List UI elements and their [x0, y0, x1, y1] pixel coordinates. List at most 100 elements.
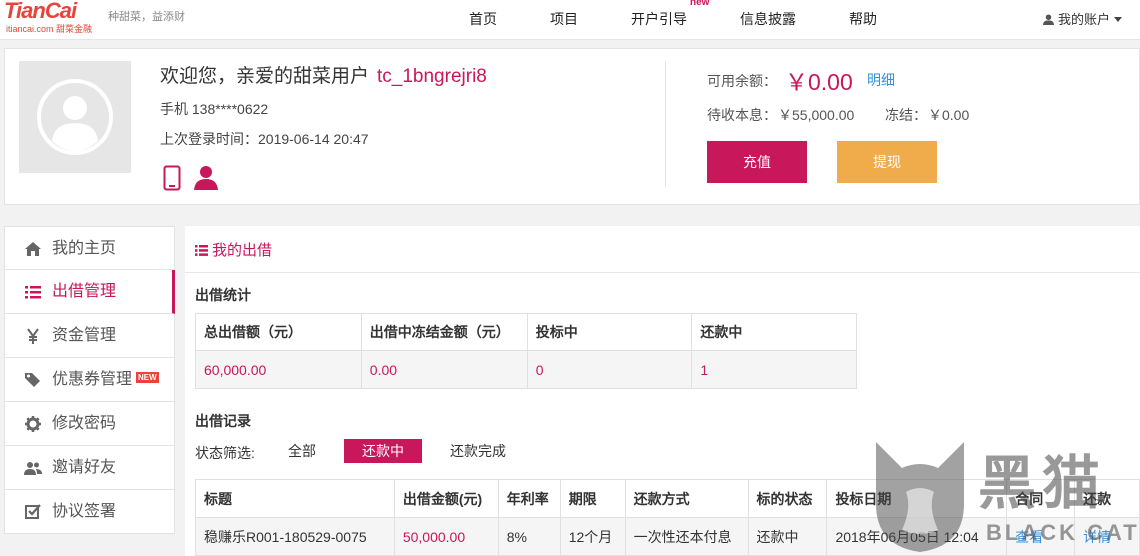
users-icon	[24, 462, 42, 475]
sidebar-item-label: 资金管理	[52, 327, 117, 344]
tag-icon	[25, 373, 40, 387]
table-row: 稳赚乐R001-180529-0075 50,000.00 8% 12个月 一次…	[195, 517, 1140, 556]
record-repay-method: 一次性还本付息	[624, 517, 749, 556]
stats-header: 出借中冻结金额（元）	[360, 313, 528, 351]
filter-all[interactable]: 全部	[288, 439, 316, 463]
stats-header: 投标中	[526, 313, 693, 351]
records-table: 标题 出借金额(元) 年利率 期限 还款方式 标的状态 投标日期 合同 还款 稳…	[195, 479, 1140, 556]
new-badge: NEW	[136, 372, 159, 383]
stats-value: 1	[691, 350, 857, 389]
welcome-greeting: 欢迎您，亲爱的甜菜用户	[160, 66, 370, 87]
filter-completed[interactable]: 还款完成	[450, 439, 506, 463]
phone-verified-icon[interactable]	[163, 165, 181, 191]
records-header-row: 标题 出借金额(元) 年利率 期限 还款方式 标的状态 投标日期 合同 还款	[195, 479, 1140, 518]
identity-verified-icon[interactable]	[193, 165, 219, 191]
stats-value: 0	[526, 350, 693, 389]
sidebar-item-label: 协议签署	[52, 503, 117, 520]
frozen-value: ￥0.00	[928, 107, 970, 123]
stats-value: 0.00	[360, 350, 528, 389]
stats-value: 60,000.00	[195, 350, 362, 389]
nav-projects[interactable]: 项目	[550, 9, 578, 29]
my-account-menu[interactable]: 我的账户	[1042, 9, 1122, 28]
title-divider	[185, 272, 1140, 273]
profile-panel: 欢迎您，亲爱的甜菜用户 tc_1bngrejri8 手机 138****0622 …	[4, 48, 1140, 205]
filter-repaying[interactable]: 还款中	[344, 439, 422, 463]
page-title: 我的出借	[195, 239, 272, 260]
nav-help[interactable]: 帮助	[849, 9, 877, 29]
page-title-text: 我的出借	[212, 242, 273, 259]
recharge-button[interactable]: 充值	[707, 141, 807, 183]
record-amount: 50,000.00	[393, 517, 499, 556]
profile-divider	[665, 61, 666, 187]
main-content: 我的出借 出借统计 总出借额（元） 出借中冻结金额（元） 投标中 还款中 60,…	[185, 226, 1140, 556]
view-contract-link[interactable]: 查看	[1006, 517, 1076, 556]
repayment-detail-link[interactable]: 详情	[1074, 517, 1140, 556]
sidebar-item-home[interactable]: 我的主页	[4, 226, 175, 270]
checkbox-icon	[25, 504, 41, 519]
phone-number: 手机 138****0622	[160, 101, 269, 117]
stats-table: 总出借额（元） 出借中冻结金额（元） 投标中 还款中 60,000.00 0.0…	[195, 313, 857, 389]
balance-detail-link[interactable]: 明细	[867, 70, 895, 90]
withdraw-button[interactable]: 提现	[837, 141, 937, 183]
logo-text: TianCai	[4, 0, 77, 23]
sidebar-item-funds[interactable]: 资金管理	[4, 314, 175, 358]
gear-icon	[25, 416, 41, 432]
sidebar-item-label: 我的主页	[52, 240, 117, 257]
records-header: 还款方式	[624, 479, 749, 518]
records-header: 期限	[559, 479, 626, 518]
list-icon	[195, 245, 208, 256]
records-header: 合同	[1006, 479, 1076, 518]
sidebar-item-password[interactable]: 修改密码	[4, 402, 175, 446]
avatar-placeholder-icon	[37, 79, 113, 155]
record-rate: 8%	[497, 517, 561, 556]
stats-header-row: 总出借额（元） 出借中冻结金额（元） 投标中 还款中	[195, 313, 857, 351]
site-logo[interactable]: TianCai itiancai.com 甜菜金融	[4, 0, 104, 36]
records-header: 标题	[195, 479, 395, 518]
record-title[interactable]: 稳赚乐R001-180529-0075	[195, 517, 395, 556]
chevron-down-icon	[1114, 17, 1122, 22]
top-header: TianCai itiancai.com 甜菜金融 种甜菜，益添财 首页 项目 …	[0, 0, 1140, 40]
record-term: 12个月	[559, 517, 626, 556]
home-icon	[25, 242, 41, 256]
nav-new-badge: new	[690, 0, 710, 8]
user-icon	[1042, 14, 1054, 25]
stats-value-row: 60,000.00 0.00 0 1	[195, 350, 857, 389]
frozen-label: 冻结：	[885, 107, 927, 123]
records-header: 投标日期	[826, 479, 1008, 518]
pending-label: 待收本息：	[707, 107, 777, 123]
records-header: 还款	[1074, 479, 1140, 518]
records-title: 出借记录	[195, 413, 251, 429]
balance-label: 可用余额：	[707, 73, 777, 89]
nav-home[interactable]: 首页	[469, 9, 497, 29]
sidebar: 我的主页 出借管理 资金管理 优惠券管理 NEW 修改密码 邀请好友 协议签署	[4, 226, 175, 534]
sidebar-item-label: 修改密码	[52, 415, 117, 432]
balance-value: ￥0.00	[785, 69, 853, 95]
stats-title: 出借统计	[195, 287, 251, 303]
stats-header: 还款中	[691, 313, 857, 351]
sidebar-item-label: 优惠券管理	[52, 371, 133, 388]
site-slogan: 种甜菜，益添财	[108, 10, 185, 23]
last-login-time: 上次登录时间：2019-06-14 20:47	[160, 131, 369, 147]
avatar	[19, 61, 131, 173]
records-header: 出借金额(元)	[393, 479, 499, 518]
sidebar-item-label: 邀请好友	[52, 459, 117, 476]
username: tc_1bngrejri8	[377, 66, 487, 87]
sidebar-item-invite[interactable]: 邀请好友	[4, 446, 175, 490]
yen-icon	[27, 328, 39, 344]
record-date: 2018年06月05日 12:04	[826, 517, 1008, 556]
nav-disclosure[interactable]: 信息披露	[740, 9, 796, 29]
welcome-text: 欢迎您，亲爱的甜菜用户 tc_1bngrejri8	[160, 61, 487, 88]
sidebar-item-lending[interactable]: 出借管理	[4, 270, 175, 314]
record-status: 还款中	[747, 517, 828, 556]
nav-account-guide[interactable]: 开户引导	[631, 9, 687, 29]
filter-label: 状态筛选:	[195, 445, 255, 461]
pending-value: ￥55,000.00	[778, 107, 855, 123]
sidebar-item-agreements[interactable]: 协议签署	[4, 490, 175, 534]
records-header: 标的状态	[747, 479, 828, 518]
my-account-label: 我的账户	[1057, 12, 1110, 27]
list-icon	[25, 286, 41, 299]
sidebar-item-label: 出借管理	[52, 283, 117, 300]
sidebar-item-coupons[interactable]: 优惠券管理 NEW	[4, 358, 175, 402]
logo-subtext: itiancai.com 甜菜金融	[6, 24, 93, 34]
stats-header: 总出借额（元）	[195, 313, 362, 351]
